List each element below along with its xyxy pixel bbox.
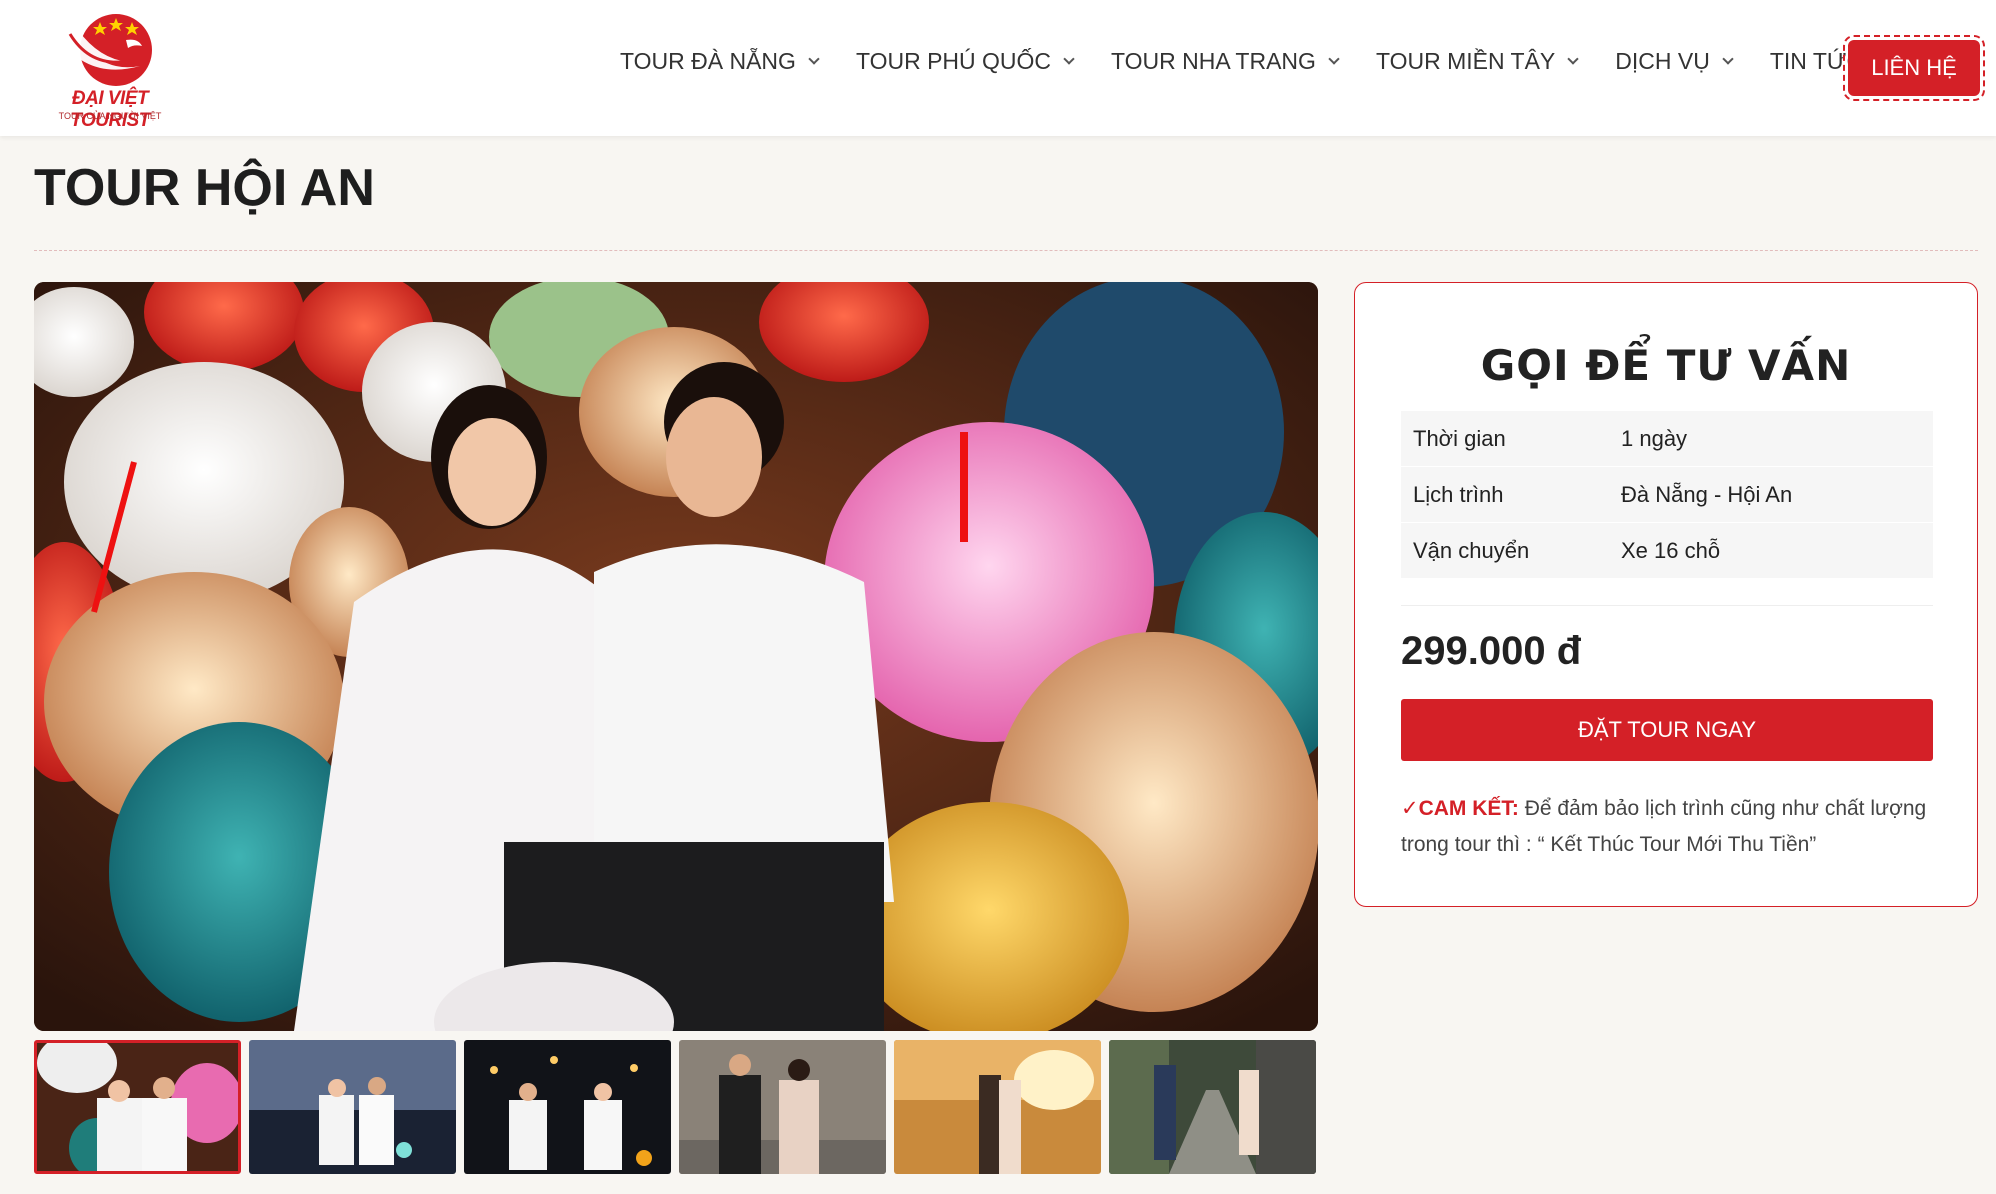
main-nav: TOUR ĐÀ NẴNG TOUR PHÚ QUỐC TOUR NHA TRAN…	[620, 48, 1923, 75]
contact-button[interactable]: LIÊN HỆ	[1843, 35, 1985, 101]
nav-item-tour-phu-quoc[interactable]: TOUR PHÚ QUỐC	[855, 48, 1075, 75]
nav-item-dich-vu[interactable]: DỊCH VỤ	[1615, 48, 1734, 75]
tour-info-table: Thời gian 1 ngày Lịch trình Đà Nẵng - Hộ…	[1401, 411, 1933, 579]
thumbnail-5[interactable]	[894, 1040, 1101, 1174]
logo-emblem-icon	[60, 14, 152, 86]
booking-divider	[1401, 605, 1933, 606]
info-row: Vận chuyển Xe 16 chỗ	[1401, 523, 1933, 579]
info-value: 1 ngày	[1621, 425, 1688, 451]
info-value: Đà Nẵng - Hội An	[1621, 481, 1793, 507]
thumbnail-1[interactable]	[34, 1040, 241, 1174]
info-key: Vận chuyển	[1413, 537, 1530, 563]
nav-item-tour-da-nang[interactable]: TOUR ĐÀ NẴNG	[620, 48, 820, 75]
info-key: Thời gian	[1413, 425, 1506, 451]
info-value: Xe 16 chỗ	[1621, 537, 1721, 563]
nav-item-label: TOUR PHÚ QUỐC	[855, 48, 1052, 74]
chevron-down-icon	[1722, 52, 1734, 65]
commitment-label: ✓CAM KẾT:	[1401, 797, 1519, 820]
photo-thumbnails	[34, 1040, 1324, 1174]
info-row: Thời gian 1 ngày	[1401, 411, 1933, 467]
main-tour-photo[interactable]	[34, 282, 1318, 1031]
page-title: TOUR HỘI AN	[34, 159, 375, 217]
info-row: Lịch trình Đà Nẵng - Hội An	[1401, 467, 1933, 523]
tour-price: 299.000 đ	[1401, 629, 1582, 673]
nav-item-label: DỊCH VỤ	[1615, 48, 1710, 74]
logo-tagline: TOUR CỦA NGƯỜI VIỆT	[58, 111, 162, 121]
chevron-down-icon	[1063, 52, 1075, 65]
nav-item-label: TOUR MIỀN TÂY	[1375, 48, 1556, 74]
nav-item-label: TOUR ĐÀ NẴNG	[620, 48, 796, 74]
site-header: ĐẠI VIỆT TOURIST TOUR CỦA NGƯỜI VIỆT TOU…	[0, 0, 1996, 136]
chevron-down-icon	[808, 52, 820, 65]
nav-item-tour-nha-trang[interactable]: TOUR NHA TRANG	[1111, 48, 1340, 75]
thumbnail-3[interactable]	[464, 1040, 671, 1174]
book-tour-button[interactable]: ĐẶT TOUR NGAY	[1401, 699, 1933, 761]
thumbnail-6[interactable]	[1109, 1040, 1316, 1174]
title-divider	[34, 250, 1978, 251]
site-logo[interactable]: ĐẠI VIỆT TOURIST TOUR CỦA NGƯỜI VIỆT	[30, 10, 190, 131]
commitment-note: ✓CAM KẾT: Để đảm bảo lịch trình cũng như…	[1401, 791, 1933, 863]
chevron-down-icon	[1567, 52, 1579, 65]
lantern-photo-illustration	[34, 282, 1318, 1031]
booking-title: GỌI ĐỂ TƯ VẤN	[1480, 341, 1852, 390]
thumbnail-2[interactable]	[249, 1040, 456, 1174]
nav-item-tour-mien-tay[interactable]: TOUR MIỀN TÂY	[1375, 48, 1579, 75]
nav-item-label: TOUR NHA TRANG	[1111, 48, 1316, 74]
thumbnail-4[interactable]	[679, 1040, 886, 1174]
logo-brand-text: ĐẠI VIỆT TOURIST	[70, 88, 150, 131]
booking-panel: GỌI ĐỂ TƯ VẤN Thời gian 1 ngày Lịch trìn…	[1354, 282, 1978, 907]
info-key: Lịch trình	[1413, 481, 1504, 507]
chevron-down-icon	[1328, 52, 1340, 65]
